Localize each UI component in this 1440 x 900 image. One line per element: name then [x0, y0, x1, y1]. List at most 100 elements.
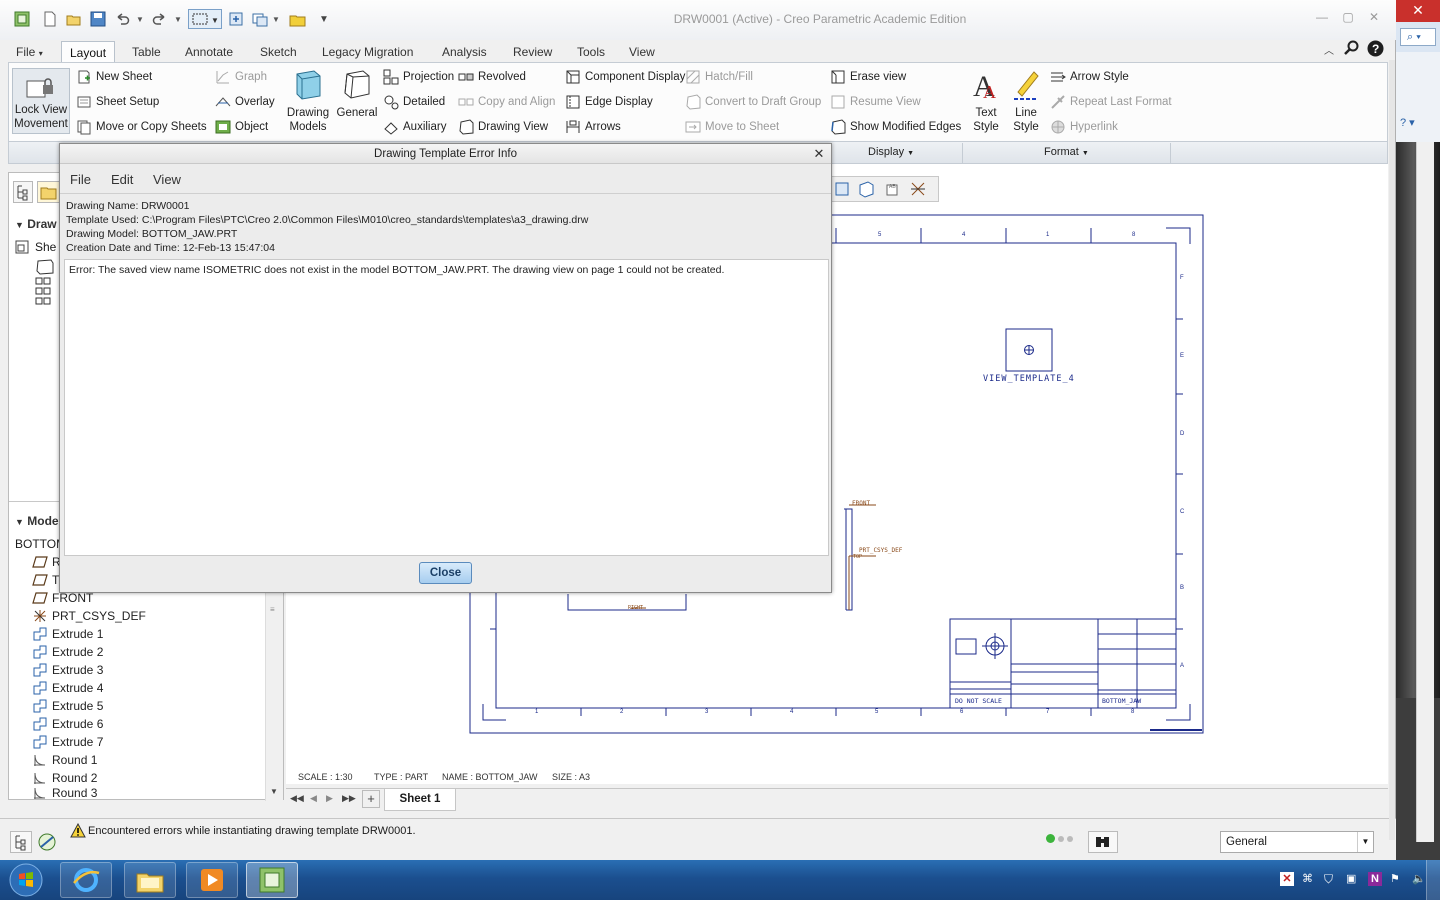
tray-shield-icon[interactable]: ⛉	[1324, 872, 1338, 886]
dialog-menu-file[interactable]: File	[70, 172, 91, 187]
tree-item-extrude-3[interactable]: Extrude 3	[32, 661, 103, 679]
tab-review[interactable]: Review	[505, 41, 560, 63]
general-view-button[interactable]: General	[336, 68, 378, 120]
line-style-button[interactable]: Line Style	[1006, 68, 1046, 134]
hyperlink-button[interactable]: Hyperlink	[1050, 116, 1118, 138]
tray-display-icon[interactable]: ▣	[1346, 872, 1360, 886]
search-icon[interactable]: ⌕ ▾	[1396, 22, 1440, 52]
group-label-display[interactable]: Display ▼	[868, 146, 914, 158]
folder-browser-tab-icon[interactable]	[37, 181, 61, 203]
selection-filter-dropdown[interactable]: General ▼	[1220, 831, 1374, 853]
saved-orientations-icon[interactable]	[856, 179, 878, 199]
undo-dropdown-icon[interactable]: ▼	[134, 9, 146, 29]
windows-dropdown-icon[interactable]: ▼	[270, 9, 282, 29]
model-tree-header[interactable]: ▼ Mode	[15, 514, 59, 528]
tree-item-top-datum[interactable]: T	[32, 571, 59, 589]
dialog-menu-view[interactable]: View	[153, 172, 181, 187]
maximize-icon[interactable]: ▢	[1336, 10, 1360, 28]
save-icon[interactable]	[88, 9, 108, 29]
previous-sheet-icon[interactable]: ◀	[310, 793, 317, 804]
tray-x-icon[interactable]: ✕	[1280, 872, 1294, 886]
regenerate-icon[interactable]	[226, 9, 246, 29]
tree-item-extrude-5[interactable]: Extrude 5	[32, 697, 103, 715]
sheet-tree-item[interactable]: She	[15, 240, 56, 254]
tree-item-extrude-7[interactable]: Extrude 7	[32, 733, 103, 751]
start-button[interactable]	[6, 862, 46, 898]
help-icon[interactable]: ?	[1367, 40, 1384, 57]
drawing-view-tree-icon[interactable]	[35, 259, 55, 275]
drawing-view-button[interactable]: Drawing View	[458, 116, 548, 138]
close-icon[interactable]: ✕	[1396, 0, 1440, 22]
open-icon[interactable]	[64, 9, 84, 29]
app-icon[interactable]	[12, 9, 32, 29]
tab-analysis[interactable]: Analysis	[434, 41, 495, 63]
model-tree-tab-icon[interactable]	[13, 181, 33, 203]
tree-item-extrude-1[interactable]: Extrude 1	[32, 625, 103, 643]
tab-view[interactable]: View	[621, 41, 663, 63]
internet-explorer-icon[interactable]	[60, 862, 112, 898]
sheet-setup-button[interactable]: Sheet Setup	[76, 91, 159, 113]
minimize-icon[interactable]: —	[1310, 10, 1334, 28]
tab-annotate[interactable]: Annotate	[177, 41, 241, 63]
edge-display-button[interactable]: Edge Display	[565, 91, 653, 113]
arrows-button[interactable]: Arrows	[565, 116, 621, 138]
show-navigator-icon[interactable]	[10, 831, 32, 853]
customize-qat-icon[interactable]: ▼	[314, 9, 334, 29]
copy-and-align-button[interactable]: Copy and Align	[458, 91, 555, 113]
move-copy-sheets-button[interactable]: Move or Copy Sheets	[76, 116, 207, 138]
tab-tools[interactable]: Tools	[569, 41, 613, 63]
projection-button[interactable]: Projection	[383, 66, 454, 88]
redo-icon[interactable]	[150, 9, 170, 29]
tree-item-extrude-2[interactable]: Extrude 2	[32, 643, 103, 661]
dialog-close-icon[interactable]: ✕	[812, 147, 826, 161]
tree-item-round-2[interactable]: Round 2	[32, 769, 97, 787]
auxiliary-button[interactable]: Auxiliary	[383, 116, 446, 138]
tab-sketch[interactable]: Sketch	[252, 41, 305, 63]
next-sheet-icon[interactable]: ▶	[326, 793, 333, 804]
group-label-format[interactable]: Format ▼	[1044, 146, 1089, 158]
sheet-1-tab[interactable]: Sheet 1	[384, 789, 456, 811]
tray-onenote-icon[interactable]: N	[1368, 872, 1382, 886]
file-explorer-icon[interactable]	[124, 862, 176, 898]
close-button[interactable]: Close	[419, 562, 472, 584]
tray-volume-icon[interactable]: 🔈	[1412, 872, 1426, 886]
component-display-button[interactable]: Component Display	[565, 66, 685, 88]
find-icon[interactable]	[1088, 831, 1118, 853]
move-to-sheet-button[interactable]: Move to Sheet	[685, 116, 779, 138]
tree-item-round-1[interactable]: Round 1	[32, 751, 97, 769]
drawing-models-button[interactable]: Drawing Models	[284, 68, 332, 134]
tree-item-extrude-4[interactable]: Extrude 4	[32, 679, 103, 697]
arrow-style-button[interactable]: Arrow Style	[1050, 66, 1129, 88]
text-style-button[interactable]: AA Text Style	[966, 68, 1006, 134]
select-box-icon[interactable]: ▼	[188, 9, 222, 29]
tree-item-csys[interactable]: PRT_CSYS_DEF	[32, 607, 146, 625]
repeat-last-format-button[interactable]: Repeat Last Format	[1050, 91, 1172, 113]
help-icon[interactable]: ? ▾	[1400, 116, 1440, 129]
convert-to-draft-group-button[interactable]: Convert to Draft Group	[685, 91, 821, 113]
tray-network-icon[interactable]: ⌘	[1302, 872, 1316, 886]
tab-table[interactable]: Table	[124, 41, 169, 63]
last-sheet-icon[interactable]: ▶▶	[342, 793, 356, 804]
detailed-button[interactable]: Detailed	[383, 91, 445, 113]
minimize-ribbon-icon[interactable]: ︿	[1324, 42, 1338, 57]
zoom-fit-icon[interactable]	[832, 179, 852, 199]
annotation-display-icon[interactable]: AB	[882, 179, 904, 199]
add-sheet-button[interactable]: +	[362, 790, 380, 808]
undo-icon[interactable]	[112, 9, 132, 29]
resume-view-button[interactable]: Resume View	[830, 91, 921, 113]
overlay-button[interactable]: Overlay	[215, 91, 275, 113]
creo-taskbar-icon[interactable]	[246, 862, 298, 898]
tab-layout[interactable]: Layout	[61, 41, 116, 63]
windows-icon[interactable]	[250, 9, 270, 29]
tree-item-round-3[interactable]: Round 3	[32, 787, 97, 799]
redo-dropdown-icon[interactable]: ▼	[172, 9, 184, 29]
media-player-icon[interactable]	[186, 862, 238, 898]
datum-display-icon[interactable]	[908, 179, 930, 199]
tree-item-right-datum[interactable]: R	[32, 553, 61, 571]
object-button[interactable]: Object	[215, 116, 268, 138]
erase-view-button[interactable]: Erase view	[830, 66, 906, 88]
tab-file[interactable]: File ▾	[8, 41, 51, 63]
dialog-menu-edit[interactable]: Edit	[111, 172, 133, 187]
new-icon[interactable]	[40, 9, 60, 29]
tree-item-extrude-6[interactable]: Extrude 6	[32, 715, 103, 733]
